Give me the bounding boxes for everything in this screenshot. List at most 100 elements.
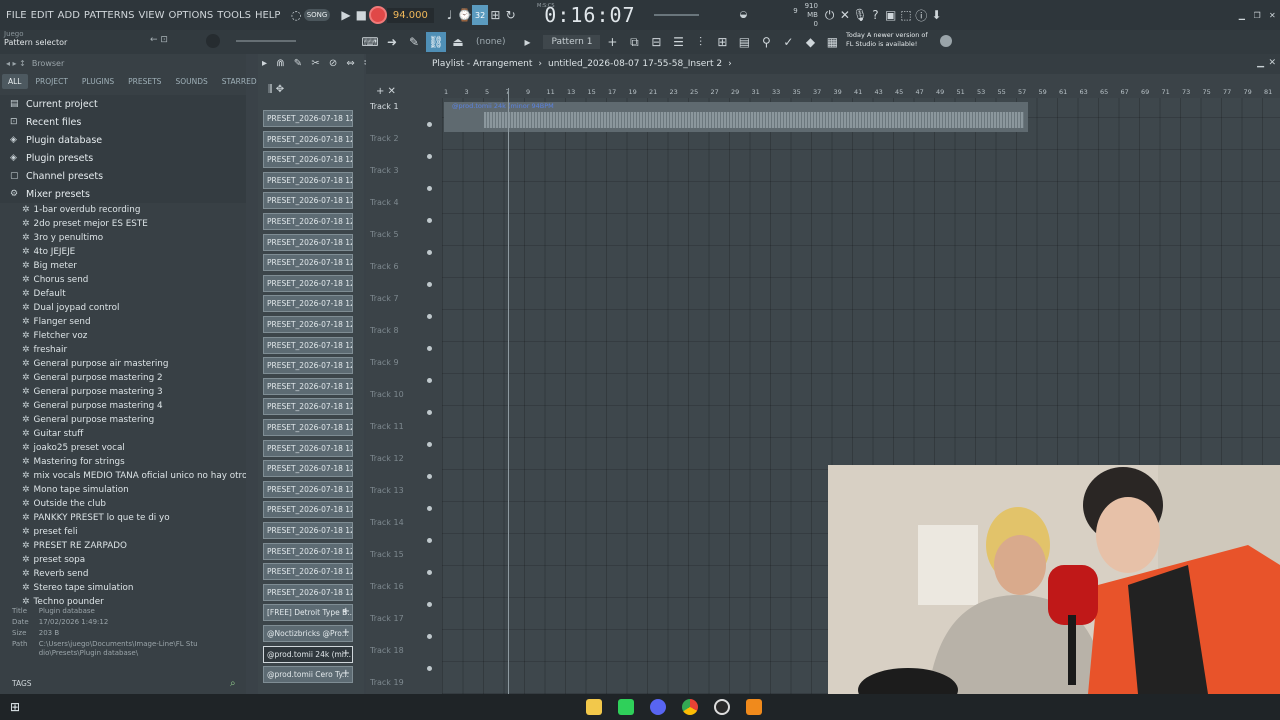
link-icon[interactable]: ⛓ — [426, 32, 446, 52]
track-header[interactable]: Track 1 — [366, 102, 438, 134]
preset-item[interactable]: ✲ Mono tape simulation — [0, 483, 246, 497]
playlist-close-icon[interactable]: ✕ — [1268, 58, 1276, 68]
track-mute-icon[interactable] — [427, 250, 432, 255]
preset-item[interactable]: ✲ General purpose mastering 4 — [0, 399, 246, 413]
track-mute-icon[interactable] — [427, 122, 432, 127]
folder-channel-presets[interactable]: ▢ Channel presets — [0, 167, 246, 185]
arrow-right-icon[interactable]: ➜ — [382, 32, 402, 52]
track-header[interactable]: Track 12 — [366, 454, 438, 486]
playhead[interactable] — [508, 88, 509, 694]
track-mute-icon[interactable] — [427, 314, 432, 319]
picker-item[interactable]: PRESET_2026-07-18 12-... — [263, 274, 353, 292]
close-window-button[interactable]: ✕ — [1265, 5, 1280, 25]
preset-item[interactable]: ✲ PRESET RE ZARPADO — [0, 539, 246, 553]
picker-item[interactable]: PRESET_2026-07-18 12-... — [263, 377, 353, 395]
track-header[interactable]: Track 8 — [366, 326, 438, 358]
add-icon[interactable]: + — [342, 606, 350, 617]
save-icon[interactable]: ▣ — [883, 5, 898, 25]
news-panel[interactable]: Today A newer version of FL Studio is av… — [846, 31, 928, 49]
tempo-display[interactable]: 94.000 — [386, 7, 434, 23]
piano-roll-icon[interactable]: ☰ — [668, 32, 688, 52]
track-header[interactable]: Track 16 — [366, 582, 438, 614]
preset-item[interactable]: ✲ preset sopa — [0, 553, 246, 567]
track-mute-icon[interactable] — [427, 666, 432, 671]
preset-item[interactable]: ✲ Default — [0, 287, 246, 301]
restore-button[interactable]: ❐ — [1249, 5, 1264, 25]
preset-item[interactable]: ✲ 4to JEJEJE — [0, 245, 246, 259]
add-icon[interactable]: + — [342, 648, 350, 659]
picker-item[interactable]: @prod.tomii 24k (mi... + — [263, 645, 353, 663]
picker-item[interactable]: PRESET_2026-07-18 12-... — [263, 295, 353, 313]
track-mute-icon[interactable] — [427, 154, 432, 159]
preset-item[interactable]: ✲ 2do preset mejor ES ESTE — [0, 217, 246, 231]
step-edit-icon[interactable]: ⊞ — [488, 5, 503, 25]
track-mute-icon[interactable] — [427, 474, 432, 479]
track-header[interactable]: Track 7 — [366, 294, 438, 326]
preset-item[interactable]: ✲ General purpose mastering 2 — [0, 371, 246, 385]
video-icon[interactable]: ◆ — [800, 32, 820, 52]
picker-item[interactable]: PRESET_2026-07-18 12-... — [263, 542, 353, 560]
plugin-picker-icon[interactable]: ▤ — [734, 32, 754, 52]
timeline-ruler[interactable]: 1357911131517192123252729313335373941434… — [442, 88, 1280, 98]
tab-all[interactable]: ALL — [2, 74, 28, 89]
picker-item[interactable]: PRESET_2026-07-18 12-... — [263, 398, 353, 416]
menu-file[interactable]: FILE — [4, 10, 29, 21]
picker-item[interactable]: @prod.tomii Cero Ty... + — [263, 666, 353, 684]
discord-icon[interactable] — [650, 699, 666, 715]
wait-input-icon[interactable]: ⌚ — [457, 5, 472, 25]
tags-label[interactable]: TAGS — [12, 679, 32, 688]
touch-keyboard-icon[interactable]: ✓ — [778, 32, 798, 52]
tab-plugins[interactable]: PLUGINS — [76, 74, 120, 89]
stamp-icon[interactable]: ⏏ — [448, 32, 468, 52]
track-header[interactable]: Track 18 — [366, 646, 438, 678]
render-icon[interactable]: ⬚ — [898, 5, 913, 25]
preset-item[interactable]: ✲ General purpose mastering 3 — [0, 385, 246, 399]
playlist-icon[interactable]: ⫶ — [690, 32, 710, 52]
picker-toolbar[interactable]: ⫼ ✥ — [268, 84, 284, 95]
track-header[interactable]: Track 6 — [366, 262, 438, 294]
preset-item[interactable]: ✲ preset feli — [0, 525, 246, 539]
tab-sounds[interactable]: SOUNDS — [169, 74, 213, 89]
pitch-knob-icon[interactable]: ◒ — [739, 10, 747, 20]
help-icon[interactable]: ? — [868, 5, 883, 25]
snap-select[interactable]: (none) — [476, 37, 505, 47]
picker-item[interactable]: PRESET_2026-07-18 12-... — [263, 583, 353, 601]
picker-item[interactable]: PRESET_2026-07-18 12-... — [263, 151, 353, 169]
microphone-icon[interactable]: 🎙 — [853, 5, 868, 25]
song-time-display[interactable]: 0:16:07 — [544, 3, 635, 27]
picker-item[interactable]: PRESET_2026-07-18 12-... — [263, 460, 353, 478]
folder-current-project[interactable]: ▤ Current project — [0, 95, 246, 113]
picker-item[interactable]: PRESET_2026-07-18 12-... — [263, 316, 353, 333]
picker-item[interactable]: PRESET_2026-07-18 12-... — [263, 357, 353, 375]
menu-add[interactable]: ADD — [56, 10, 82, 21]
track-mute-icon[interactable] — [427, 186, 432, 191]
update-icon[interactable] — [940, 35, 952, 47]
stop-button[interactable]: ■ — [354, 5, 369, 25]
add-icon[interactable]: + — [342, 627, 350, 638]
picker-item[interactable]: @Noctizbricks @Pro... + — [263, 625, 353, 642]
picker-item[interactable]: PRESET_2026-07-18 12-... — [263, 254, 353, 272]
track-header[interactable]: Track 15 — [366, 550, 438, 582]
mixer-icon[interactable]: ⧉ — [624, 32, 644, 52]
panic-icon[interactable]: ✕ — [837, 5, 852, 25]
preset-item[interactable]: ✲ mix vocals MEDIO TANA oficial unico no … — [0, 469, 246, 483]
tab-starred[interactable]: STARRED — [216, 74, 263, 89]
preset-item[interactable]: ✲ Mastering for strings — [0, 455, 246, 469]
track-header-tools[interactable]: + ✕ — [376, 86, 396, 97]
track-header[interactable]: Track 5 — [366, 230, 438, 262]
beat-snap-button[interactable]: 32 — [472, 5, 488, 25]
track-mute-icon[interactable] — [427, 378, 432, 383]
browser-icon[interactable]: ⊞ — [712, 32, 732, 52]
pattern-prev-icon[interactable]: ▸ — [517, 32, 537, 52]
picker-item[interactable]: PRESET_2026-07-18 12-... — [263, 563, 353, 581]
preset-item[interactable]: ✲ 1-bar overdub recording — [0, 203, 246, 217]
picker-item[interactable]: PRESET_2026-07-18 12-... — [263, 419, 353, 436]
track-header[interactable]: Track 11 — [366, 422, 438, 454]
song-pattern-toggle[interactable]: SONG — [303, 9, 331, 21]
preset-item[interactable]: ✲ PANKKY PRESET lo que te di yo — [0, 511, 246, 525]
picker-item[interactable]: [FREE] Detroit Type B... + — [263, 604, 353, 622]
picker-item[interactable]: PRESET_2026-07-18 12-... — [263, 110, 353, 127]
chrome-icon[interactable] — [682, 699, 698, 715]
tab-presets[interactable]: PRESETS — [122, 74, 167, 89]
track-header[interactable]: Track 2 — [366, 134, 438, 166]
